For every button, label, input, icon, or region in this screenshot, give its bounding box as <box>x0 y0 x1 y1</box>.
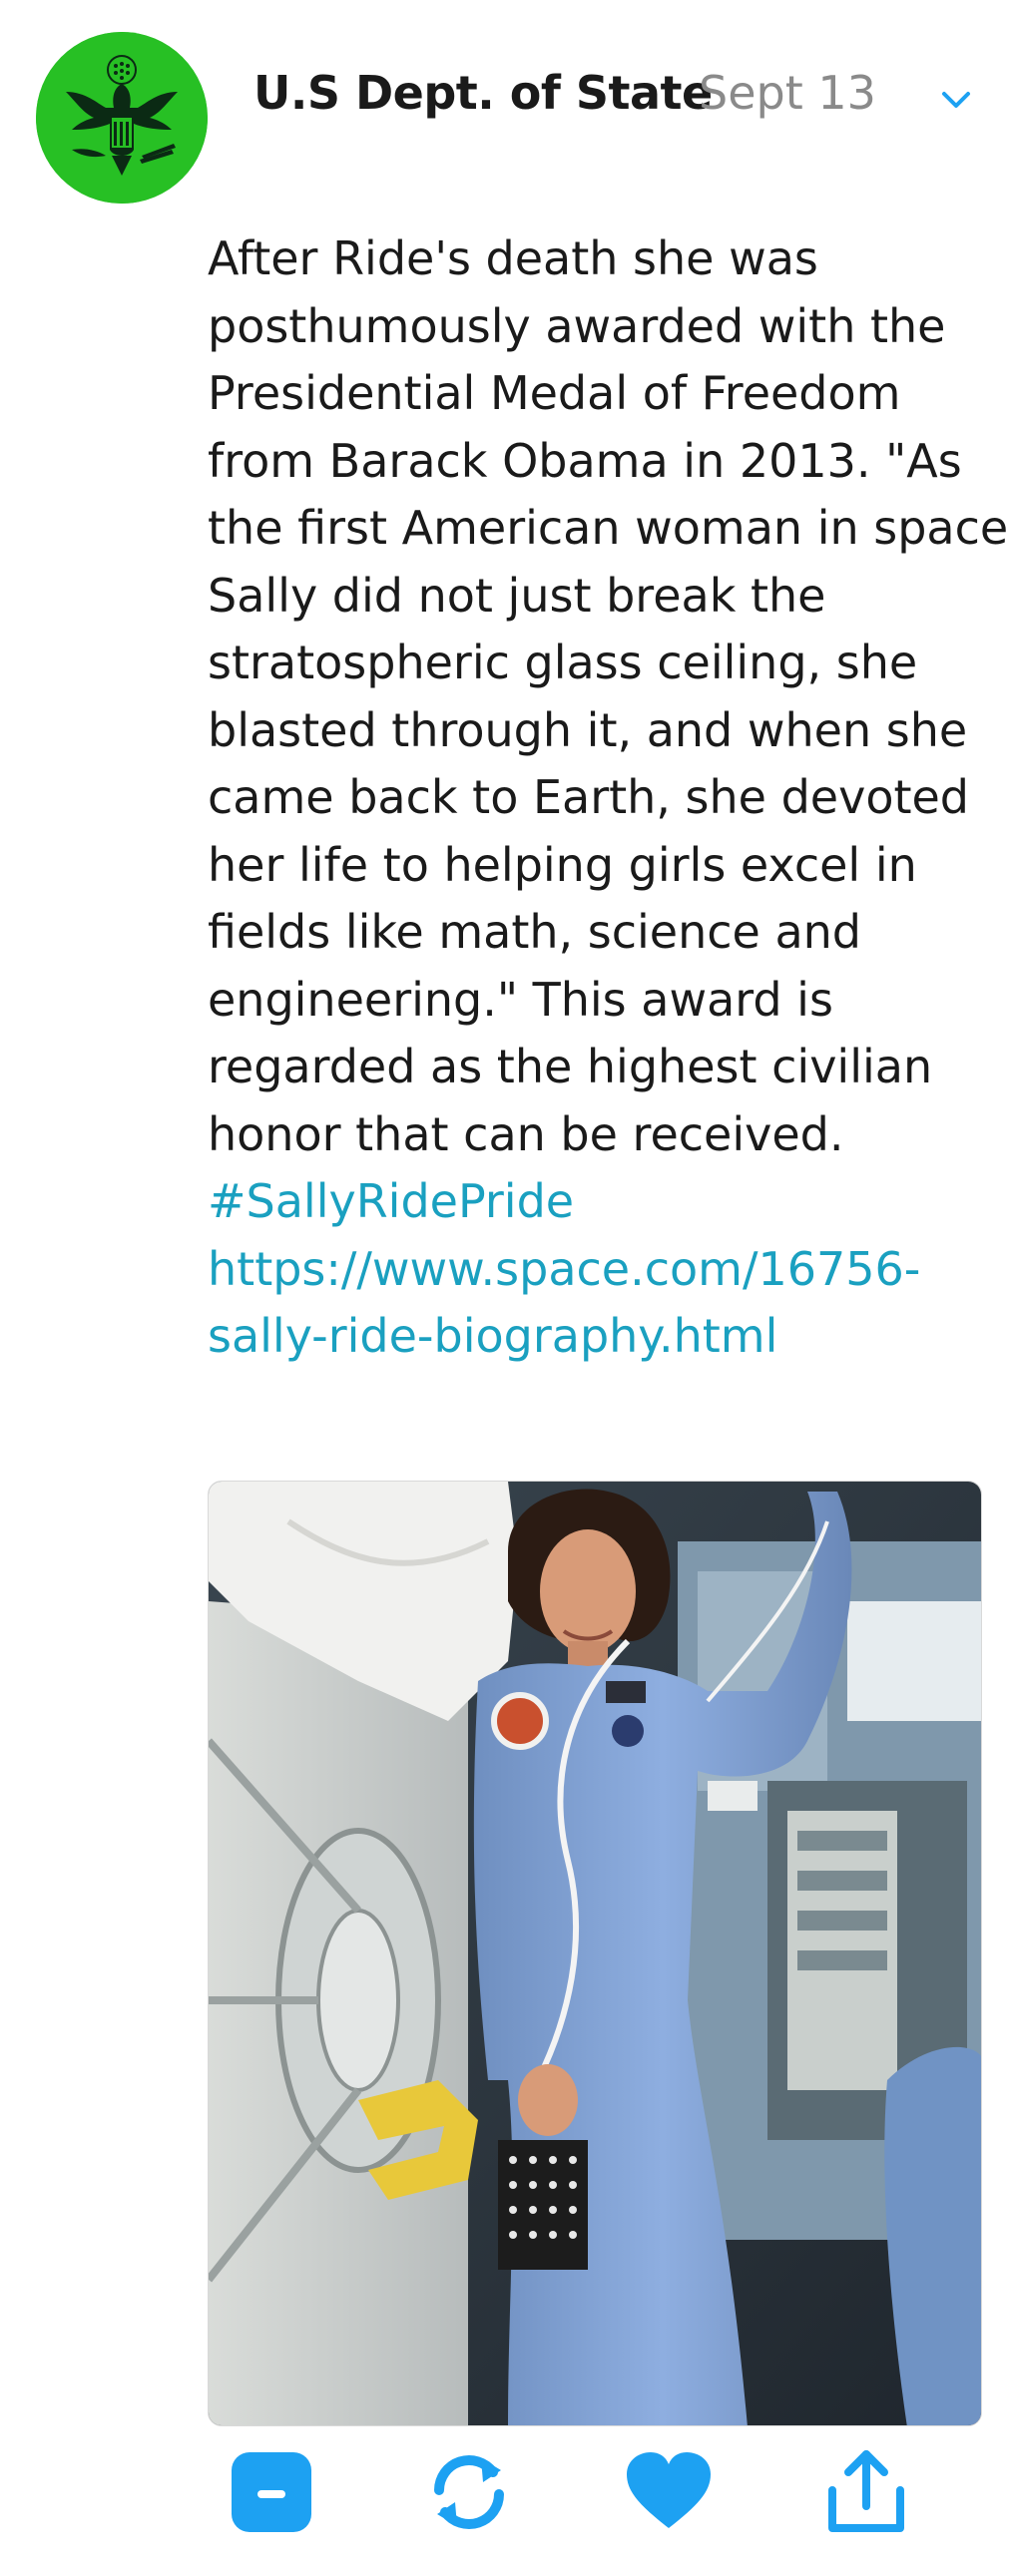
tweet-card: U.S Dept. of State Sept 13 After Ride's … <box>0 0 1010 2576</box>
tweet-text-line: After Ride's death she was <box>208 231 818 285</box>
share-icon[interactable] <box>818 2444 914 2540</box>
url-link-continued[interactable]: sally-ride-biography.html <box>208 1303 996 1371</box>
tweet-text-line: came back to Earth, she devoted <box>208 770 969 824</box>
tweet-text-line: posthumously awarded with the <box>208 298 946 353</box>
avatar[interactable] <box>36 32 208 204</box>
tweet-text-line: Presidential Medal of Freedom <box>208 366 901 420</box>
chevron-down-icon[interactable] <box>940 88 972 112</box>
tweet-text-line: the first American woman in space, <box>208 501 1010 555</box>
tweet-text-line: Sally did not just break the <box>208 568 826 623</box>
tweet-text-line: honor that can be received. <box>208 1106 844 1161</box>
tweet-text-line: blasted through it, and when she <box>208 702 968 757</box>
us-state-department-seal-icon <box>36 32 208 204</box>
tweet-text-line: stratospheric glass ceiling, she <box>208 636 918 689</box>
heart-icon[interactable] <box>621 2444 717 2540</box>
tweet-date[interactable]: Sept 13 <box>699 66 876 120</box>
tweet-text-line: regarded as the highest civilian <box>208 1040 933 1093</box>
retweet-icon[interactable] <box>421 2444 517 2540</box>
tweet-text-line: her life to helping girls excel in <box>208 837 917 892</box>
tweet-text-line: from Barack Obama in 2013. "As <box>208 433 962 488</box>
tweet-text: After Ride's death she was posthumously … <box>208 225 1010 1371</box>
tweet-media-photo[interactable] <box>208 1481 982 2426</box>
reply-icon[interactable] <box>224 2444 319 2540</box>
tweet-text-line: fields like math, science and <box>208 905 862 959</box>
url-link[interactable]: https://www.space.com/16756- <box>208 1236 996 1304</box>
author-name[interactable]: U.S Dept. of State <box>253 66 713 120</box>
tweet-text-line: engineering." This award is <box>208 972 833 1027</box>
tweet-actions <box>0 2444 1010 2554</box>
hashtag-link[interactable]: #SallyRidePride <box>208 1168 996 1236</box>
astronaut-photo <box>209 1482 981 2425</box>
